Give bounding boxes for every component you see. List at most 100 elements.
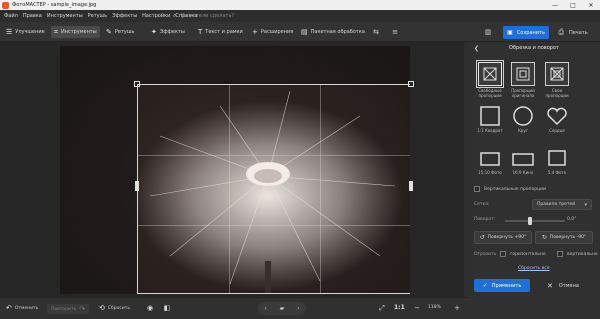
- crop-handle-top-right[interactable]: [408, 81, 414, 87]
- ratio-custom-label: Свои пропорции: [545, 88, 569, 98]
- menu-bar: Файл Правка Инструменты Ретушь Эффекты Н…: [0, 10, 600, 22]
- vertical-ratio-checkbox[interactable]: Вертикальные пропорции: [474, 186, 546, 192]
- shape-circle-label: Круг: [518, 128, 528, 133]
- reset-button[interactable]: ⟲ Сбросить: [99, 304, 130, 312]
- shape-15-10[interactable]: 15:10 Фото: [477, 150, 503, 175]
- menu-file[interactable]: Файл: [4, 13, 18, 19]
- shape-square[interactable]: 1:1 Квадрат: [477, 106, 503, 133]
- zoom-in-icon[interactable]: +: [452, 303, 462, 313]
- zoom-value: 118%: [428, 305, 441, 310]
- rotation-slider[interactable]: [505, 217, 565, 225]
- flip-label: Отразить: [474, 252, 497, 257]
- save-button[interactable]: ▣ Сохранить: [503, 26, 549, 39]
- checkbox-icon[interactable]: [474, 186, 480, 192]
- checkbox-icon[interactable]: [500, 251, 506, 257]
- rotation-value: 0,0°: [567, 217, 577, 222]
- tab-text-frames[interactable]: T Текст и рамки: [198, 26, 243, 38]
- menu-settings[interactable]: Настройки: [142, 13, 170, 19]
- undo-button[interactable]: ↶ Отменить: [6, 304, 38, 312]
- square-icon: [480, 106, 500, 126]
- minimize-button[interactable]: —: [546, 0, 564, 10]
- compare-icon[interactable]: ⇆: [371, 27, 381, 37]
- back-arrow-icon[interactable]: ❮: [474, 45, 479, 52]
- ratio-original[interactable]: Пропорции оригинала: [510, 62, 536, 102]
- redo-button[interactable]: Повторить ↷: [47, 304, 90, 314]
- apply-button[interactable]: ✓ Применить: [474, 279, 530, 292]
- shape-5-4-label: 5:4 Фото: [547, 170, 567, 175]
- menu-edit[interactable]: Правка: [23, 13, 42, 19]
- undo-icon: ↶: [6, 304, 12, 312]
- ratio-custom[interactable]: Свои пропорции: [544, 62, 570, 102]
- search-input[interactable]: [181, 13, 259, 19]
- maximize-button[interactable]: □: [564, 0, 582, 10]
- folder-icon[interactable]: ▰: [280, 305, 285, 312]
- tab-enhance[interactable]: ☰ Улучшение: [6, 26, 45, 38]
- bottom-bar: ↶ Отменить Повторить ↷ ⟲ Сбросить ◉ ◧ ‹ …: [0, 297, 468, 319]
- reset-all-link[interactable]: Сбросить все: [518, 266, 550, 271]
- search-box: ⌕: [173, 12, 261, 20]
- tab-effects[interactable]: ✦ Эффекты: [151, 26, 185, 38]
- rotate-plus-90-button[interactable]: ↺ Повернуть +90°: [474, 231, 532, 244]
- crop-mask-top: [60, 46, 410, 84]
- save-icon: ▣: [507, 29, 513, 36]
- tab-retouch-label: Ретушь: [114, 29, 135, 35]
- tab-extensions[interactable]: + Расширения: [252, 26, 293, 38]
- menu-effects[interactable]: Эффекты: [112, 13, 137, 19]
- cancel-button[interactable]: ✕ Отмена: [534, 279, 592, 292]
- photo-image[interactable]: [60, 46, 410, 294]
- crop-mask-left: [60, 84, 137, 294]
- flip-vertical-label: вертикально: [567, 251, 598, 257]
- tab-tools[interactable]: ⌗ Инструменты: [51, 26, 100, 38]
- rotate-minus-90-label: Повернуть -90°: [549, 235, 587, 240]
- tab-extensions-label: Расширения: [260, 29, 294, 35]
- undo-label: Отменить: [14, 305, 39, 311]
- ratio-free-label: Свободные пропорции: [478, 88, 502, 98]
- menu-tools[interactable]: Инструменты: [47, 13, 83, 19]
- fit-screen-icon[interactable]: ⤢: [377, 303, 387, 313]
- menu-retouch[interactable]: Ретушь: [88, 13, 108, 19]
- compare-view-icon[interactable]: ◧: [162, 303, 172, 313]
- shape-circle[interactable]: Круг: [510, 106, 536, 133]
- ratio-free[interactable]: Свободные пропорции: [476, 60, 504, 102]
- zoom-out-icon[interactable]: −: [412, 303, 422, 313]
- window-controls: — □ ✕: [546, 0, 600, 10]
- plus-icon: +: [252, 28, 258, 36]
- crop-handle-left[interactable]: [135, 181, 139, 191]
- flip-vertical-checkbox[interactable]: вертикально: [557, 251, 598, 257]
- title-bar: ФотоМАСТЕР - sample_image.jpg — □ ✕: [0, 0, 600, 10]
- eye-icon[interactable]: ◉: [145, 303, 155, 313]
- circle-icon: [513, 106, 533, 126]
- grid-select[interactable]: Правило третей ▾: [532, 199, 592, 210]
- shape-square-label: 1:1 Квадрат: [477, 128, 503, 133]
- zoom-1-1[interactable]: 1:1: [394, 304, 405, 311]
- save-label: Сохранить: [516, 29, 545, 36]
- redo-label: Повторить: [51, 306, 77, 312]
- checkbox-icon[interactable]: [557, 251, 563, 257]
- rect-16-9-icon: [512, 153, 534, 166]
- rect-5-4-icon: [548, 150, 566, 166]
- brush-icon: ✎: [106, 28, 112, 36]
- next-arrow-icon[interactable]: ›: [297, 305, 299, 312]
- history-icon[interactable]: ≡: [390, 27, 400, 37]
- crop-handle-top-left[interactable]: [134, 81, 140, 87]
- original-ratio-icon: [511, 62, 535, 86]
- crop-frame[interactable]: [137, 84, 410, 294]
- flip-horizontal-label: горизонтально: [510, 251, 546, 257]
- tab-batch[interactable]: ▤ Пакетная обработка: [301, 26, 365, 38]
- chevron-down-icon: ▾: [584, 201, 587, 208]
- rotate-minus-90-button[interactable]: ↻ Повернуть -90°: [535, 231, 593, 244]
- shape-16-9[interactable]: 16:9 Кино: [510, 150, 536, 175]
- tab-retouch[interactable]: ✎ Ретушь: [106, 26, 134, 38]
- slider-knob[interactable]: [528, 217, 532, 225]
- print-button[interactable]: ⎙ Печать: [550, 26, 596, 39]
- shape-heart[interactable]: Сердце: [544, 106, 570, 133]
- panel-toggle-icon[interactable]: ▥: [483, 27, 493, 37]
- window-title: ФотоМАСТЕР - sample_image.jpg: [12, 2, 97, 8]
- shape-5-4[interactable]: 5:4 Фото: [544, 150, 570, 175]
- prev-arrow-icon[interactable]: ‹: [264, 305, 266, 312]
- app-window: ФотоМАСТЕР - sample_image.jpg — □ ✕ Файл…: [0, 0, 600, 319]
- flip-horizontal-checkbox[interactable]: горизонтально: [500, 251, 546, 257]
- rect-15-10-icon: [480, 152, 500, 166]
- close-button[interactable]: ✕: [582, 0, 600, 10]
- crop-handle-right[interactable]: [409, 181, 413, 191]
